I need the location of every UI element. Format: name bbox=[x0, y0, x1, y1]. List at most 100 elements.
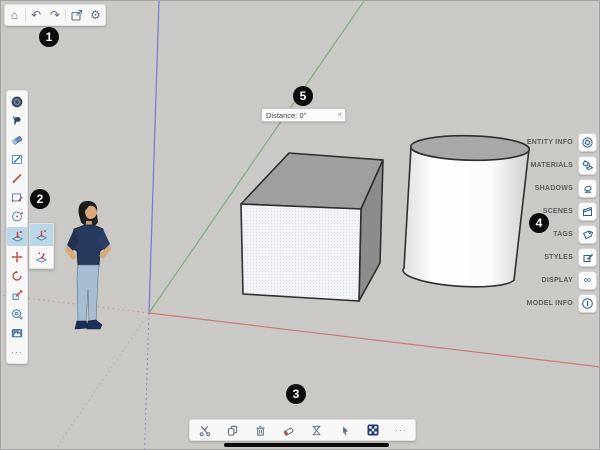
delete-button[interactable] bbox=[252, 422, 268, 438]
scale-tool-button[interactable] bbox=[9, 287, 25, 303]
scale-icon bbox=[10, 288, 24, 302]
box-top-face[interactable] bbox=[241, 153, 383, 209]
materials-button[interactable] bbox=[578, 156, 597, 175]
copy-button[interactable] bbox=[224, 422, 240, 438]
cylinder-body[interactable] bbox=[403, 147, 529, 287]
styles-icon bbox=[581, 251, 594, 264]
box-model[interactable] bbox=[241, 153, 383, 301]
panel-styles: STYLES bbox=[527, 248, 597, 267]
more-options-button[interactable]: ··· bbox=[393, 422, 409, 438]
shape-tool-button[interactable] bbox=[9, 189, 25, 205]
lasso-select-tool-button[interactable] bbox=[9, 113, 25, 129]
home-button[interactable]: ⌂ bbox=[6, 7, 23, 24]
panel-entity-info: ENTITY INFO bbox=[527, 133, 597, 152]
push-pull-flyout bbox=[29, 223, 54, 269]
scissors-icon bbox=[198, 424, 211, 437]
paint-icon bbox=[10, 152, 24, 166]
taskbar-handle bbox=[224, 443, 389, 447]
arc-tool-button[interactable] bbox=[9, 208, 25, 224]
display-button[interactable]: ∞ bbox=[578, 271, 597, 290]
push-pull-tool-button[interactable] bbox=[7, 227, 27, 246]
more-icon: ··· bbox=[11, 347, 23, 357]
measurement-value: Distance: 0" bbox=[266, 111, 306, 120]
close-icon[interactable]: × bbox=[337, 111, 342, 119]
checker-pattern-icon bbox=[366, 423, 380, 437]
redo-icon: ↷ bbox=[50, 9, 60, 21]
scissors-button[interactable] bbox=[196, 422, 212, 438]
panel-display: DISPLAY ∞ bbox=[527, 271, 597, 290]
shadows-icon bbox=[581, 182, 594, 195]
trash-icon bbox=[254, 424, 267, 437]
sketchup-workspace: ⌂ ↶ ↷ ⚙ bbox=[0, 0, 600, 450]
export-button[interactable] bbox=[68, 7, 85, 24]
rectangle-icon bbox=[10, 190, 24, 204]
flyout-push-pull-button[interactable] bbox=[30, 224, 53, 246]
annotation-badge-5: 5 bbox=[293, 86, 313, 106]
entity-info-button[interactable] bbox=[578, 133, 597, 152]
annotation-badge-3: 3 bbox=[286, 384, 306, 404]
push-pull-variant-icon bbox=[34, 250, 49, 265]
context-toolbar: ··· bbox=[189, 419, 416, 441]
rotate-tool-button[interactable] bbox=[9, 268, 25, 284]
push-pull-icon bbox=[10, 229, 25, 244]
scenes-icon bbox=[581, 205, 594, 218]
display-icon: ∞ bbox=[584, 276, 591, 286]
redo-button[interactable]: ↷ bbox=[46, 7, 63, 24]
flyout-push-pull-variant-button[interactable] bbox=[30, 246, 53, 268]
checker-pattern-button[interactable] bbox=[365, 422, 381, 438]
panel-model-info: MODEL INFO bbox=[527, 294, 597, 313]
eraser-icon bbox=[282, 424, 295, 437]
panel-shadows: SHADOWS bbox=[527, 179, 597, 198]
search-icon bbox=[10, 95, 24, 109]
tool-palette: ··· bbox=[6, 90, 28, 364]
home-icon: ⌂ bbox=[11, 9, 18, 21]
hourglass-icon bbox=[310, 424, 323, 437]
scenes-button[interactable] bbox=[578, 202, 597, 221]
eraser-icon bbox=[10, 133, 24, 147]
paint-tool-button[interactable] bbox=[9, 151, 25, 167]
move-tool-button[interactable] bbox=[9, 249, 25, 265]
more-icon: ··· bbox=[395, 425, 407, 435]
toolbar-separator bbox=[25, 9, 26, 22]
main-toolbar: ⌂ ↶ ↷ ⚙ bbox=[4, 4, 106, 26]
toolbar-separator bbox=[65, 9, 66, 22]
move-icon bbox=[10, 250, 24, 264]
model-canvas[interactable] bbox=[1, 1, 600, 450]
more-tools-button[interactable]: ··· bbox=[9, 344, 25, 360]
undo-button[interactable]: ↶ bbox=[28, 7, 45, 24]
cylinder-model[interactable] bbox=[403, 134, 530, 286]
search-tool-button[interactable] bbox=[9, 94, 25, 110]
hourglass-button[interactable] bbox=[309, 422, 325, 438]
image-icon bbox=[10, 326, 24, 340]
gear-icon: ⚙ bbox=[90, 9, 101, 21]
annotation-badge-2: 2 bbox=[30, 189, 50, 209]
tape-measure-icon bbox=[10, 307, 24, 321]
annotation-badge-4: 4 bbox=[529, 213, 549, 233]
rotate-icon bbox=[10, 269, 24, 283]
pencil-icon bbox=[10, 171, 24, 185]
image-tool-button[interactable] bbox=[9, 325, 25, 341]
tape-measure-tool-button[interactable] bbox=[9, 306, 25, 322]
copy-icon bbox=[226, 424, 239, 437]
tags-button[interactable] bbox=[578, 225, 597, 244]
undo-icon: ↶ bbox=[31, 9, 41, 21]
measurement-box[interactable]: Distance: 0" × bbox=[261, 108, 346, 122]
model-info-button[interactable] bbox=[578, 294, 597, 313]
entity-info-icon bbox=[581, 136, 594, 149]
push-pull-icon bbox=[34, 228, 49, 243]
materials-icon bbox=[581, 159, 594, 172]
cursor-button[interactable] bbox=[337, 422, 353, 438]
lasso-select-icon bbox=[10, 114, 24, 128]
box-front-face[interactable] bbox=[241, 204, 361, 301]
model-info-icon bbox=[581, 297, 594, 310]
tag-icon bbox=[581, 228, 594, 241]
erase-button[interactable] bbox=[280, 422, 296, 438]
arc-icon bbox=[10, 209, 24, 223]
line-tool-button[interactable] bbox=[9, 170, 25, 186]
styles-button[interactable] bbox=[578, 248, 597, 267]
shadows-button[interactable] bbox=[578, 179, 597, 198]
settings-button[interactable]: ⚙ bbox=[87, 7, 104, 24]
eraser-tool-button[interactable] bbox=[9, 132, 25, 148]
panel-materials: MATERIALS bbox=[527, 156, 597, 175]
scale-figure-person[interactable] bbox=[65, 201, 111, 329]
